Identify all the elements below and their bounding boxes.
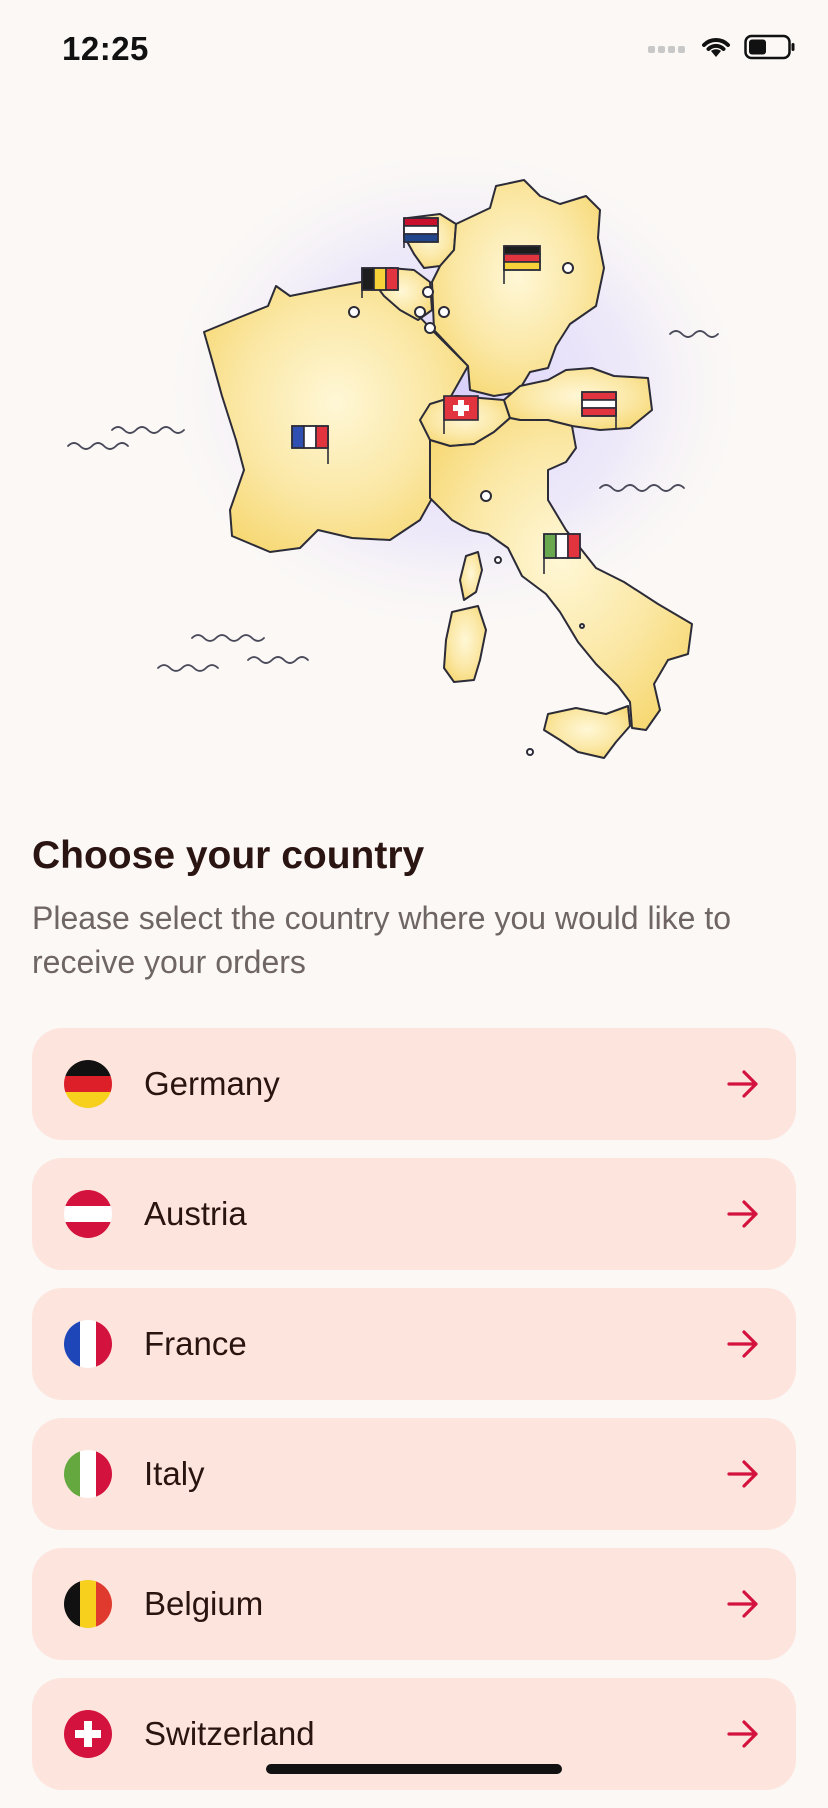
country-name: Austria xyxy=(144,1195,247,1232)
europe-map-illustration xyxy=(0,120,828,780)
country-name: France xyxy=(144,1325,247,1362)
arrow-right-icon xyxy=(727,1720,758,1748)
arrow-right-icon xyxy=(727,1330,758,1358)
arrow-right-icon xyxy=(727,1590,758,1618)
wifi-icon xyxy=(702,38,730,57)
italy-flag xyxy=(543,533,581,559)
switzerland-flag-icon xyxy=(64,1710,112,1758)
country-item-germany[interactable]: Germany xyxy=(32,1028,796,1140)
arrow-right-icon xyxy=(727,1460,758,1488)
status-bar: 12:25 xyxy=(0,0,828,100)
belgium-flag-icon xyxy=(64,1580,112,1628)
austria-flag xyxy=(581,391,617,417)
country-name: Belgium xyxy=(144,1585,264,1622)
status-icons xyxy=(648,34,796,60)
page-title: Choose your country xyxy=(32,834,425,877)
country-item-italy[interactable]: Italy xyxy=(32,1418,796,1530)
austria-flag-icon xyxy=(64,1190,112,1238)
france-flag xyxy=(291,425,329,449)
status-time: 12:25 xyxy=(62,30,149,67)
france-flag-icon xyxy=(64,1320,112,1368)
country-item-belgium[interactable]: Belgium xyxy=(32,1548,796,1660)
arrow-right-icon xyxy=(727,1200,758,1228)
sicily-shape xyxy=(543,705,631,759)
belgium-flag xyxy=(361,267,399,291)
netherlands-flag xyxy=(403,217,439,243)
page-subtitle: Please select the country where you woul… xyxy=(32,900,732,980)
country-name: Germany xyxy=(144,1065,280,1102)
country-name: Italy xyxy=(144,1455,205,1492)
country-list: Germany Austria France Italy Belgium Swi… xyxy=(32,1028,796,1808)
germany-flag xyxy=(503,245,541,271)
germany-flag-icon xyxy=(64,1060,112,1108)
italy-flag-icon xyxy=(64,1450,112,1498)
arrow-right-icon xyxy=(727,1070,758,1098)
sardinia-shape xyxy=(443,605,487,683)
home-indicator[interactable] xyxy=(266,1764,562,1774)
signal-icon xyxy=(648,46,685,53)
country-item-austria[interactable]: Austria xyxy=(32,1158,796,1270)
battery-icon xyxy=(744,34,795,60)
country-item-france[interactable]: France xyxy=(32,1288,796,1400)
switzerland-flag xyxy=(443,395,479,421)
